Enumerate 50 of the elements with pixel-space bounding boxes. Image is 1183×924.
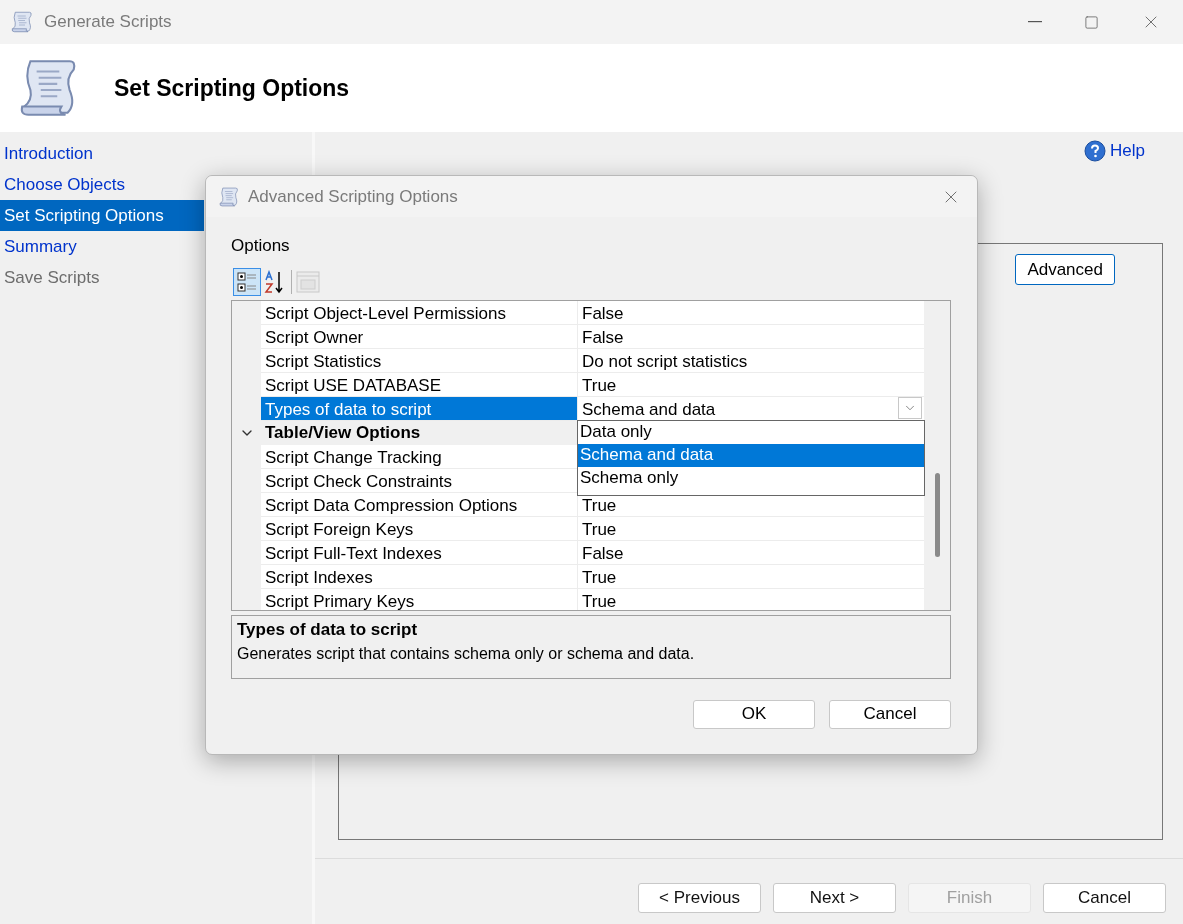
dropdown-option[interactable]: Schema only (578, 466, 924, 490)
wizard-button[interactable]: Cancel (1043, 883, 1166, 913)
dropdown-option[interactable]: Data only (578, 420, 924, 444)
wizard-button[interactable]: < Previous (638, 883, 761, 913)
minimize-icon (1028, 21, 1042, 23)
property-value: True (582, 375, 617, 396)
property-value: True (582, 567, 617, 588)
property-name[interactable]: Script Indexes (261, 564, 578, 589)
property-value: Schema and data (582, 399, 716, 420)
help-link[interactable]: Help (1110, 138, 1145, 164)
scroll-icon (218, 185, 240, 208)
description-title: Types of data to script (237, 618, 419, 641)
property-value: False (582, 303, 624, 324)
nav-item[interactable]: Introduction (0, 138, 204, 169)
scroll-icon (10, 10, 34, 34)
property-name[interactable]: Script Object-Level Permissions (261, 300, 578, 325)
advanced-button[interactable]: Advanced (1015, 254, 1115, 285)
dialog-title: Advanced Scripting Options (248, 185, 458, 208)
property-name[interactable]: Script Primary Keys (261, 588, 578, 610)
property-value: Do not script statistics (582, 351, 748, 372)
property-name[interactable]: Script Change Tracking (261, 444, 578, 469)
dropdown-option[interactable]: Schema and data (578, 443, 924, 467)
property-name[interactable]: Script Full-Text Indexes (261, 540, 578, 565)
nav-item[interactable]: Set Scripting Options (0, 200, 204, 231)
property-name[interactable]: Script USE DATABASE (261, 372, 578, 397)
nav-item[interactable]: Choose Objects (0, 169, 204, 200)
property-value: True (582, 591, 617, 610)
maximize-icon (1083, 14, 1099, 30)
category-label: Table/View Options (264, 421, 421, 444)
page-title: Set Scripting Options (114, 73, 350, 103)
property-name[interactable]: Script Foreign Keys (261, 516, 578, 541)
description-text: Generates script that contains schema only or schema and data. (237, 644, 696, 664)
dropdown-button[interactable] (898, 397, 922, 419)
dialog-button[interactable]: Cancel (829, 699, 951, 729)
categorized-view-button[interactable] (233, 267, 261, 296)
section-label: Options (231, 236, 290, 255)
property-name[interactable]: Types of data to script (261, 396, 578, 421)
property-value: False (582, 543, 624, 564)
property-value: True (582, 519, 617, 540)
property-name[interactable]: Script Owner (261, 324, 578, 349)
window-title: Generate Scripts (44, 11, 172, 34)
help-icon (1084, 139, 1107, 162)
property-value: True (582, 495, 617, 516)
dialog-button[interactable]: OK (693, 699, 815, 729)
property-name[interactable]: Script Data Compression Options (261, 492, 578, 517)
property-name[interactable]: Script Statistics (261, 348, 578, 373)
property-value: False (582, 327, 624, 348)
property-name[interactable]: Script Check Constraints (261, 468, 578, 493)
wizard-button[interactable]: Next > (773, 883, 896, 913)
nav-item[interactable]: Summary (0, 231, 204, 262)
